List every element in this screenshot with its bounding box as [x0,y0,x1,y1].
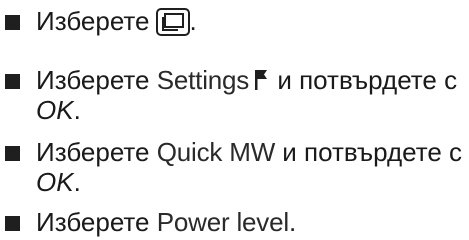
ok-key-label: OK [36,95,74,125]
menu-term-power-level: Power level [156,207,289,237]
instruction-list: Изберете . Изберете Settings и потвърдет… [0,0,469,240]
step-end: . [189,6,197,36]
window-stack-icon [155,8,190,36]
bullet-square-icon [5,15,20,30]
ok-key-label: OK [36,167,74,197]
bullet-square-icon [5,146,20,161]
menu-term-settings: Settings [156,65,250,95]
menu-term-quick-mw: Quick MW [156,137,276,167]
bullet-square-icon [5,74,20,89]
step-end: . [73,167,81,197]
flag-icon [255,70,268,90]
bullet-square-icon [5,216,20,231]
step-end: . [288,207,297,237]
step-verb: Изберете [36,6,150,36]
step-verb: Изберете [36,207,150,237]
step-end: . [73,95,81,125]
step-verb: Изберете [36,65,150,95]
step-verb: Изберете [36,137,150,167]
confirm-text: и потвърдете с [282,137,463,167]
confirm-text: и потвърдете с [277,65,458,95]
